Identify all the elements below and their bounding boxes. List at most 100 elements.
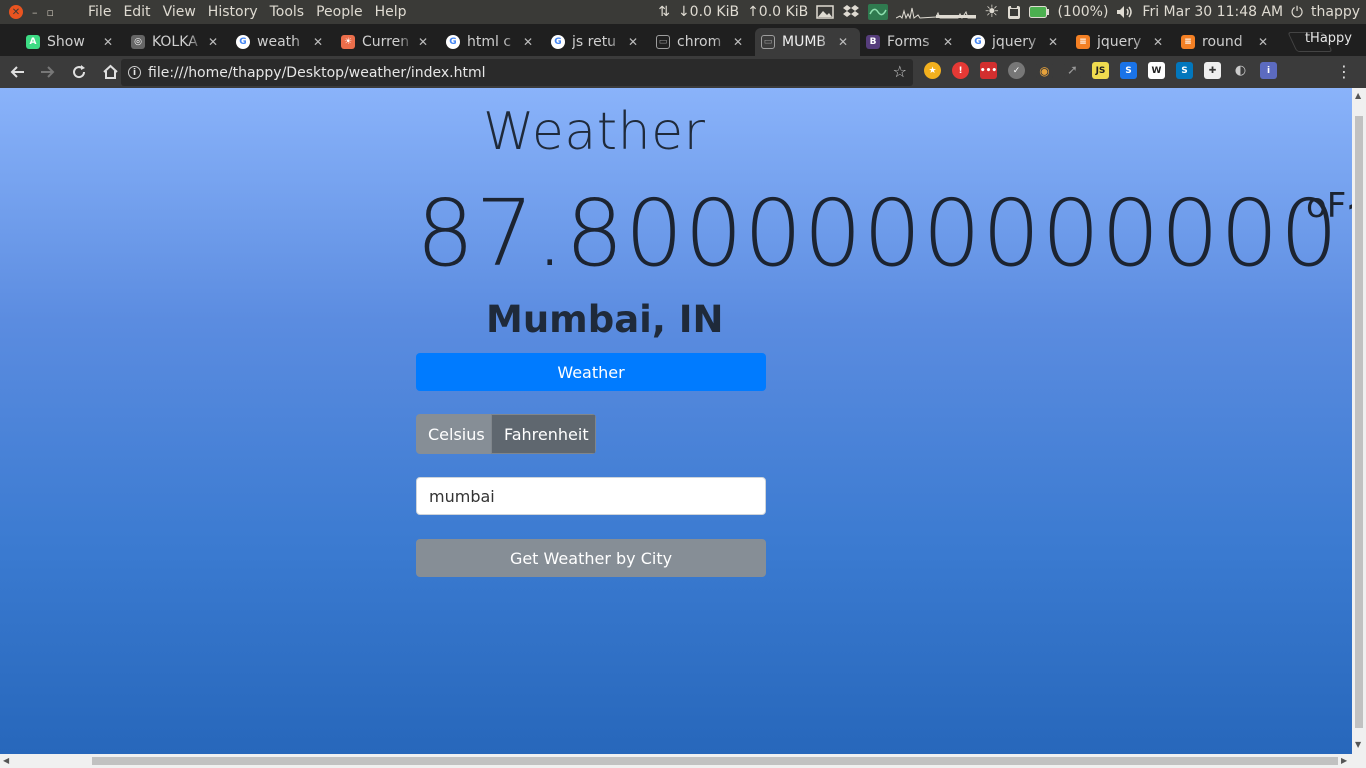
tab-3[interactable]: ☀ Curren ✕ [335,28,440,56]
extension-lastpass-icon[interactable]: ••• [980,62,997,79]
menu-history[interactable]: History [202,0,264,24]
extension-adblock-icon[interactable]: ! [952,62,969,79]
tab-close-icon[interactable]: ✕ [418,35,428,49]
forward-arrow-icon[interactable] [34,58,62,86]
tab-label: round [1202,34,1243,50]
power-icon[interactable]: ⏻ [1291,3,1303,21]
tab-label: MUMB [782,34,827,50]
extension-skype-icon[interactable]: S [1176,62,1193,79]
scroll-down-arrow-icon[interactable]: ▼ [1355,740,1361,749]
extension-incognito-icon[interactable]: ◐ [1232,62,1249,79]
tab-close-icon[interactable]: ✕ [1048,35,1058,49]
tab-close-icon[interactable]: ✕ [733,35,743,49]
tab-close-icon[interactable]: ✕ [208,35,218,49]
tab-6[interactable]: ▭ chrom ✕ [650,28,755,56]
vertical-scrollbar[interactable]: ▲ ▼ [1352,88,1366,754]
tab-close-icon[interactable]: ✕ [103,35,113,49]
menu-people[interactable]: People [310,0,369,24]
tab-label: Curren [362,34,410,50]
extension-js-icon[interactable]: JS [1092,62,1109,79]
tab-5[interactable]: Gjs retu ✕ [545,28,650,56]
extension-star-icon[interactable]: ★ [924,62,941,79]
city-input[interactable] [416,477,766,515]
globe-icon: ◎ [131,35,145,49]
net-upload: ↑0.0 KiB [747,4,809,20]
extensions-bar: ★ ! ••• ✓ ◉ ➚ JS S W S ✚ ◐ i [924,62,1277,79]
tab-8[interactable]: B Forms ✕ [860,28,965,56]
tab-1[interactable]: ◎ KOLKA ✕ [125,28,230,56]
battery-icon[interactable] [1029,6,1050,18]
fahrenheit-button[interactable]: Fahrenheit [491,414,596,454]
back-arrow-icon[interactable] [3,58,31,86]
bootstrap-icon: B [866,35,880,49]
volume-icon[interactable] [1116,5,1134,19]
brightness-icon[interactable]: ☀ [984,2,999,22]
menu-tools[interactable]: Tools [264,0,311,24]
extension-rocket-icon[interactable]: ➚ [1064,62,1081,79]
menu-edit[interactable]: Edit [117,0,156,24]
home-icon[interactable] [96,58,124,86]
clock[interactable]: Fri Mar 30 11:48 AM [1142,4,1283,20]
site-info-icon[interactable]: i [128,66,141,79]
scroll-right-arrow-icon[interactable]: ▶ [1341,756,1347,765]
browser-menu-icon[interactable]: ⋮ [1336,62,1352,81]
profile-name[interactable]: tHappy [1305,31,1352,46]
extension-info-icon[interactable]: i [1260,62,1277,79]
network-arrows-icon[interactable]: ⇅ [658,4,670,20]
stackoverflow-icon: ≡ [1181,35,1195,49]
tab-4[interactable]: Ghtml c ✕ [440,28,545,56]
menu-file[interactable]: File [82,0,117,24]
image-viewer-icon[interactable] [816,5,834,19]
tab-close-icon[interactable]: ✕ [313,35,323,49]
menu-view[interactable]: View [157,0,202,24]
tab-label: jquery [1097,34,1142,50]
tab-label: Forms [887,34,930,50]
tab-close-icon[interactable]: ✕ [838,35,848,49]
clipboard-icon[interactable] [1007,4,1021,20]
get-weather-by-city-button[interactable]: Get Weather by City [416,539,766,577]
address-bar[interactable]: i file:///home/thappy/Desktop/weather/in… [121,59,913,86]
location-name: Mumbai, IN [486,298,724,341]
google-icon: G [971,35,985,49]
page-icon: ▭ [656,35,670,49]
tab-close-icon[interactable]: ✕ [523,35,533,49]
tab-0[interactable]: A Show ✕ [20,28,125,56]
tab-9[interactable]: Gjquery ✕ [965,28,1070,56]
extension-s-icon[interactable]: S [1120,62,1137,79]
system-monitor-icon[interactable] [868,4,889,20]
tab-label: Show [47,34,85,50]
tab-7[interactable]: ▭ MUMB ✕ [755,28,860,56]
extension-wikipedia-icon[interactable]: W [1148,62,1165,79]
celsius-button[interactable]: Celsius [416,414,491,454]
horizontal-scroll-thumb[interactable] [92,757,1338,765]
tab-11[interactable]: ≡ round ✕ [1175,28,1280,56]
weather-button[interactable]: Weather [416,353,766,391]
extension-checklist-icon[interactable]: ✚ [1204,62,1221,79]
reload-icon[interactable] [65,58,93,86]
menu-help[interactable]: Help [369,0,413,24]
page-viewport: Weather 87.80000000000001 oF Mumbai, IN … [0,88,1352,754]
android-icon: A [26,35,40,49]
app-menu: File Edit View History Tools People Help [82,0,413,24]
dropbox-icon[interactable] [842,4,860,20]
tab-close-icon[interactable]: ✕ [628,35,638,49]
tab-close-icon[interactable]: ✕ [1258,35,1268,49]
close-window-icon[interactable]: ✕ [9,5,23,19]
minimize-window-icon[interactable]: – [32,6,38,19]
url-text[interactable]: file:///home/thappy/Desktop/weather/inde… [148,65,486,81]
scroll-left-arrow-icon[interactable]: ◀ [3,756,9,765]
extension-pocket-icon[interactable]: ✓ [1008,62,1025,79]
session-user[interactable]: thappy [1311,4,1360,20]
tab-2[interactable]: Gweath ✕ [230,28,335,56]
extension-owl-icon[interactable]: ◉ [1036,62,1053,79]
bookmark-star-icon[interactable]: ☆ [893,62,907,81]
vertical-scroll-thumb[interactable] [1355,116,1363,728]
restore-window-icon[interactable]: ▫ [47,6,54,19]
tab-close-icon[interactable]: ✕ [943,35,953,49]
horizontal-scrollbar[interactable]: ◀ ▶ [0,754,1366,768]
scroll-up-arrow-icon[interactable]: ▲ [1355,91,1361,100]
tab-10[interactable]: ≡ jquery ✕ [1070,28,1175,56]
tab-close-icon[interactable]: ✕ [1153,35,1163,49]
tab-label: KOLKA [152,34,198,50]
openweather-icon: ☀ [341,35,355,49]
